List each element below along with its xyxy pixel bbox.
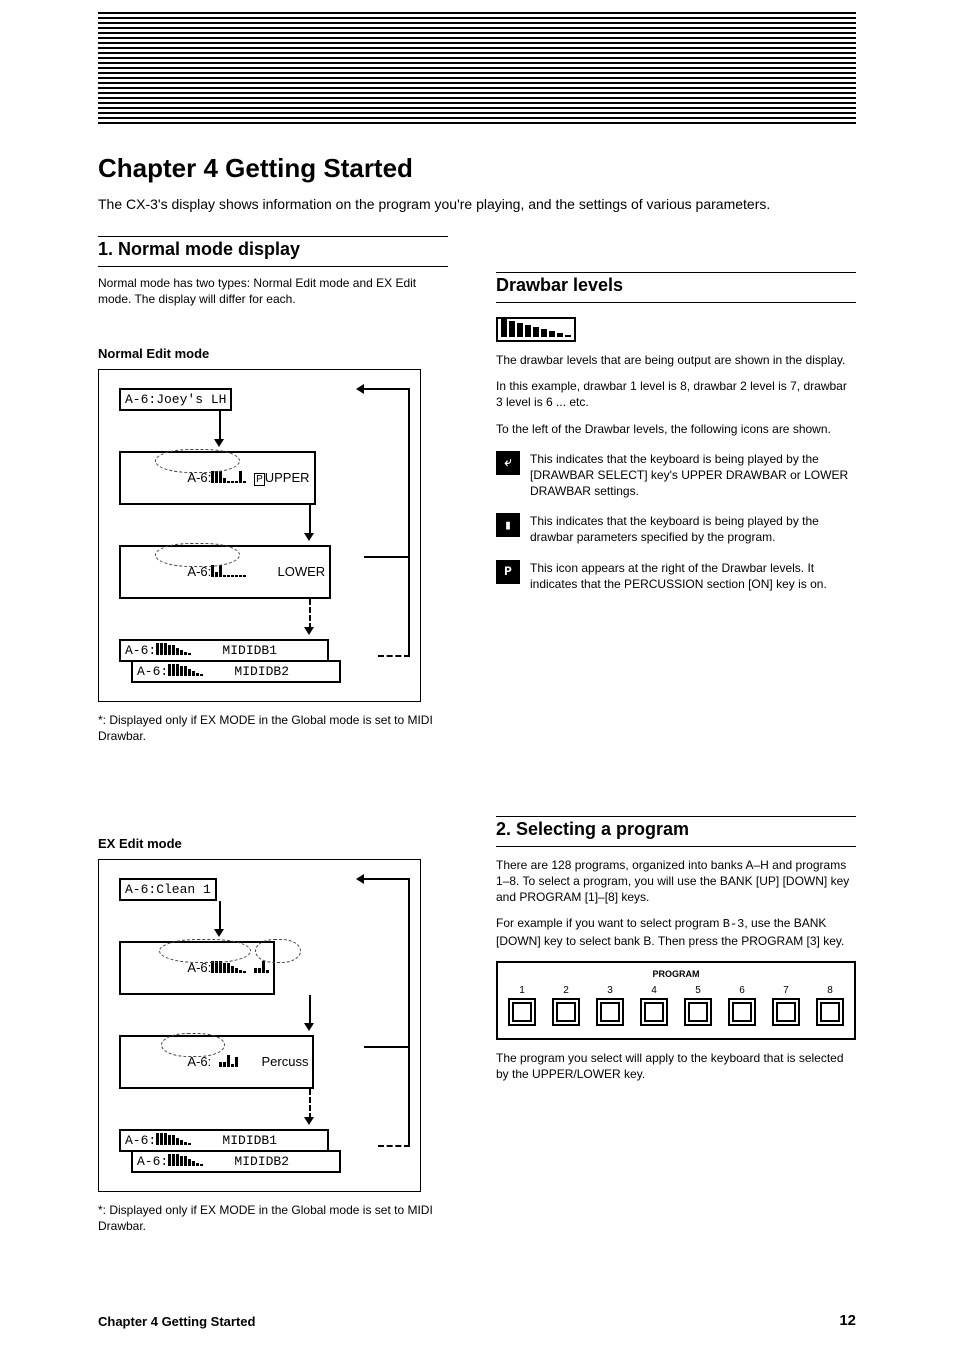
drawbar-select-icon: ⤶ — [496, 451, 520, 475]
prog-num-8: 8 — [827, 985, 833, 996]
icon-upper-lower: ⤶ This indicates that the keyboard is be… — [496, 451, 856, 500]
prog-num-2: 2 — [563, 985, 569, 996]
program-button-5[interactable] — [684, 998, 712, 1026]
prog-num-3: 3 — [607, 985, 613, 996]
lcd-ex2: A-6: — [119, 941, 275, 995]
drawbar-level-lcd — [496, 317, 576, 342]
drawbar-example: In this example, drawbar 1 level is 8, d… — [496, 378, 856, 410]
section-heading-normal-mode: 1. Normal mode display — [98, 236, 448, 267]
program-drawbar-icon: ▮ — [496, 513, 520, 537]
diagram1-note: *: Displayed only if EX MODE in the Glob… — [98, 712, 448, 744]
program-button-3[interactable] — [596, 998, 624, 1026]
lcd-ex5: A-6: MIDIDB2 — [131, 1150, 341, 1173]
prog-num-6: 6 — [739, 985, 745, 996]
program-button-6[interactable] — [728, 998, 756, 1026]
prog-num-1: 1 — [519, 985, 525, 996]
footer-text: Chapter 4 Getting Started — [98, 1314, 255, 1329]
lcd-ex1: A-6:Clean 1 — [119, 878, 217, 901]
lcd-ex4: A-6: MIDIDB1 — [119, 1129, 329, 1152]
percussion-icon: P — [496, 560, 520, 584]
drawbar-desc: The drawbar levels that are being output… — [496, 352, 856, 368]
lcd-row5: A-6: MIDIDB2 — [131, 660, 341, 683]
page-title: Chapter 4 Getting Started — [98, 155, 413, 181]
prog-num-4: 4 — [651, 985, 657, 996]
program-button-4[interactable] — [640, 998, 668, 1026]
subheading-normal-edit: Normal Edit mode — [98, 346, 448, 361]
lcd-row4: A-6: MIDIDB1 — [119, 639, 329, 662]
lcd-ex3: A-6: Percuss — [119, 1035, 314, 1089]
select-program-p3: The program you select will apply to the… — [496, 1050, 856, 1082]
page-number: 12 — [839, 1312, 856, 1329]
diagram2-note: *: Displayed only if EX MODE in the Glob… — [98, 1202, 448, 1234]
normal-mode-desc: Normal mode has two types: Normal Edit m… — [98, 275, 448, 307]
diagram-normal-edit: A-6:Joey's LH A-6: PUPPER A-6: LOWER — [98, 369, 421, 702]
intro-text: The CX-3's display shows information on … — [98, 195, 856, 214]
program-button-2[interactable] — [552, 998, 580, 1026]
header-rules — [98, 0, 856, 124]
prog-num-7: 7 — [783, 985, 789, 996]
lcd-row1: A-6:Joey's LH — [119, 388, 232, 411]
drawbar-icons-intro: To the left of the Drawbar levels, the f… — [496, 421, 856, 437]
select-program-p1: There are 128 programs, organized into b… — [496, 857, 856, 906]
section-heading-drawbar-levels: Drawbar levels — [496, 272, 856, 303]
section-heading-selecting-program: 2. Selecting a program — [496, 816, 856, 847]
program-label: PROGRAM — [508, 969, 844, 979]
program-button-8[interactable] — [816, 998, 844, 1026]
icon-percussion: P This icon appears at the right of the … — [496, 560, 856, 592]
lcd-row2: A-6: PUPPER — [119, 451, 316, 505]
program-buttons-panel: PROGRAM 1 2 3 4 5 6 7 8 — [496, 961, 856, 1040]
prog-num-5: 5 — [695, 985, 701, 996]
subheading-ex-edit: EX Edit mode — [98, 836, 448, 851]
program-button-1[interactable] — [508, 998, 536, 1026]
program-button-7[interactable] — [772, 998, 800, 1026]
select-program-p2: For example if you want to select progra… — [496, 915, 856, 948]
lcd-row3: A-6: LOWER — [119, 545, 331, 599]
diagram-ex-edit: A-6:Clean 1 A-6: A-6: Percuss — [98, 859, 421, 1192]
icon-program-drawbar: ▮ This indicates that the keyboard is be… — [496, 513, 856, 545]
